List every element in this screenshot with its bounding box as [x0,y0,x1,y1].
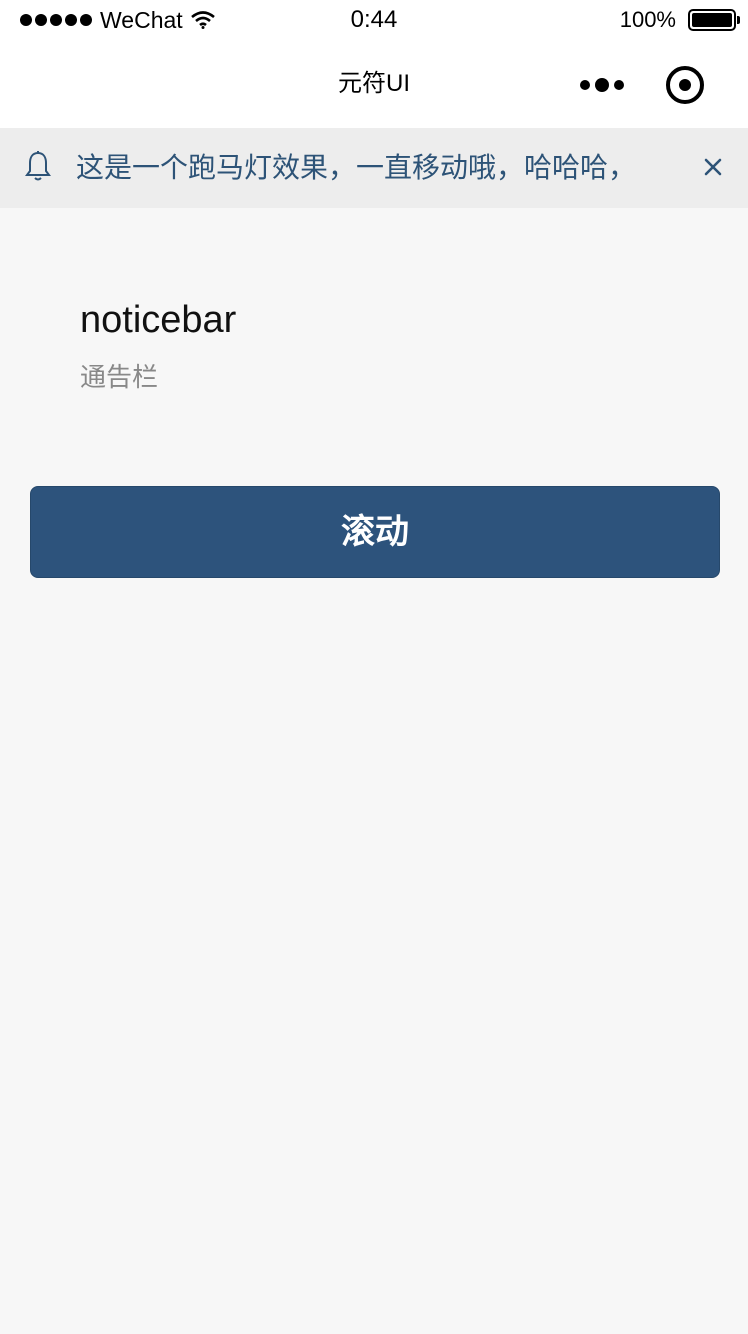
battery-icon [688,9,740,31]
close-icon[interactable] [700,154,726,180]
close-miniprogram-button[interactable] [666,66,704,104]
notice-text: 这是一个跑马灯效果，一直移动哦，哈哈哈， [76,152,637,183]
notice-marquee: 这是一个跑马灯效果，一直移动哦，哈哈哈， [76,128,676,208]
bell-icon [25,151,51,181]
component-title: noticebar [80,299,237,341]
page-title: 元符UI [338,70,410,97]
scroll-button[interactable]: 滚动 [30,486,720,578]
status-right: 100% [619,6,740,34]
more-options-button[interactable] [574,70,630,100]
component-subtitle: 通告栏 [80,362,159,392]
target-icon [679,79,691,91]
battery-percent: 100% [619,7,676,32]
nav-bar: 元符UI [0,40,748,128]
more-dots-icon [580,80,590,90]
intro-section: noticebar 通告栏 [80,296,236,394]
status-bar: WeChat 0:44 100% [0,0,748,40]
noticebar: 这是一个跑马灯效果，一直移动哦，哈哈哈， [0,128,748,208]
